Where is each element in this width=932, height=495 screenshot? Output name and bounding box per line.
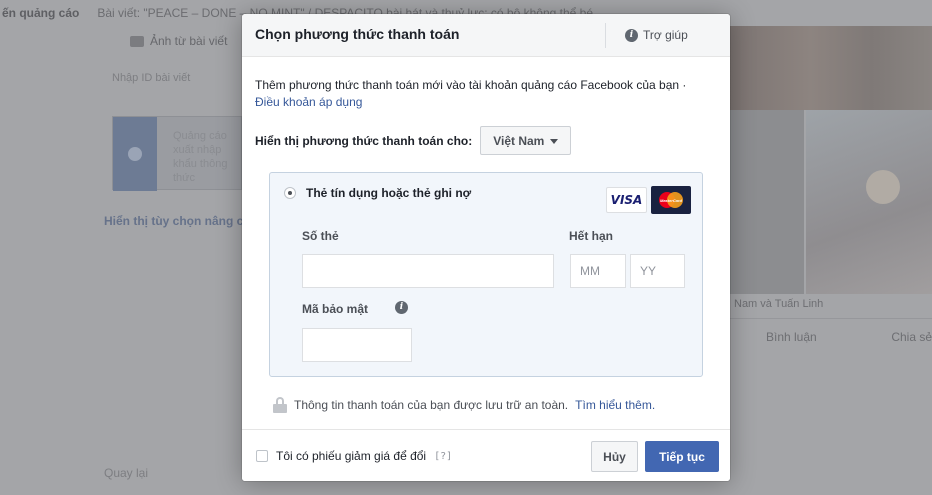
coupon-checkbox[interactable]: [256, 450, 268, 462]
dialog-footer: Tôi có phiếu giảm giá để đổi [?] Hủy Tiế…: [242, 429, 730, 481]
coupon-label: Tôi có phiếu giảm giá để đổi: [276, 449, 427, 463]
header-separator: [605, 23, 606, 48]
intro-text: Thêm phương thức thanh toán mới vào tài …: [255, 78, 687, 92]
background-info-card-icon-area: [113, 117, 157, 191]
background-photo-button-label: Ảnh từ bài viết: [150, 34, 228, 48]
background-comment-action: Bình luận: [766, 330, 817, 344]
card-number-label: Số thẻ: [302, 229, 339, 243]
info-icon[interactable]: i: [395, 301, 408, 314]
background-advanced-link: Hiển thị tùy chọn nâng cao: [104, 214, 258, 228]
info-icon: i: [625, 28, 638, 42]
background-photo-button: Ảnh từ bài viết: [130, 34, 227, 48]
mastercard-wordmark: MasterCard: [659, 197, 682, 203]
background-post-id-label: Nhập ID bài viết: [112, 72, 191, 84]
terms-link[interactable]: Điều khoản áp dụng: [255, 95, 362, 109]
coupon-help-link[interactable]: [?]: [434, 451, 452, 462]
lock-icon: [273, 397, 287, 413]
info-icon: [128, 147, 142, 161]
payment-option-row[interactable]: Thẻ tín dụng hoặc thẻ ghi nợ: [284, 186, 471, 200]
payment-method-dialog: Chọn phương thức thanh toán i Trợ giúp T…: [242, 14, 730, 481]
country-label: Hiển thị phương thức thanh toán cho:: [255, 133, 473, 148]
secure-notice-text: Thông tin thanh toán của bạn được lưu tr…: [294, 398, 569, 412]
chevron-down-icon: [550, 138, 559, 144]
background-left-panel: Ảnh từ bài viết Nhập ID bài viết Quảng c…: [0, 26, 257, 495]
cancel-button[interactable]: Hủy: [591, 441, 638, 472]
card-number-input[interactable]: [302, 254, 554, 288]
coupon-row[interactable]: Tôi có phiếu giảm giá để đổi [?]: [256, 449, 452, 463]
country-select[interactable]: Việt Nam: [480, 126, 572, 155]
secure-notice: Thông tin thanh toán của bạn được lưu tr…: [273, 397, 655, 413]
card-payment-option: Thẻ tín dụng hoặc thẻ ghi nợ VISA Master…: [269, 172, 703, 377]
dialog-title: Chọn phương thức thanh toán: [255, 26, 460, 42]
help-button[interactable]: i Trợ giúp: [625, 28, 688, 42]
background-preview-tile: [730, 110, 804, 294]
background-share-action: Chia sẻ: [891, 330, 932, 344]
background-divider: [730, 318, 932, 319]
background-topbar-left: ến quảng cáo: [2, 6, 80, 20]
dialog-header: Chọn phương thức thanh toán i Trợ giúp: [242, 14, 730, 57]
security-code-label: Mã bảo mật: [302, 302, 369, 316]
dialog-intro: Thêm phương thức thanh toán mới vào tài …: [255, 77, 695, 111]
mastercard-logo: MasterCard: [651, 186, 691, 214]
learn-more-link[interactable]: Tìm hiểu thêm.: [575, 398, 655, 412]
background-preview-tile: [806, 110, 932, 294]
photo-icon: [130, 35, 144, 47]
background-info-card: Quảng cáo xuất nhập khẩu thông thức: [112, 116, 242, 191]
country-select-value: Việt Nam: [493, 133, 545, 148]
expiry-month-input[interactable]: [570, 254, 626, 288]
background-preview-face: [866, 170, 900, 204]
radio-dot: [288, 191, 292, 195]
background-preview-hero-image: [730, 26, 932, 110]
country-row: Hiển thị phương thức thanh toán cho: Việ…: [255, 126, 572, 155]
visa-logo: VISA: [606, 187, 647, 213]
payment-option-label: Thẻ tín dụng hoặc thẻ ghi nợ: [306, 186, 472, 200]
background-preview-caption: Nam và Tuấn Linh: [734, 298, 824, 310]
expiry-year-input[interactable]: [630, 254, 685, 288]
continue-button[interactable]: Tiếp tục: [645, 441, 719, 472]
background-info-card-text: Quảng cáo xuất nhập khẩu thông thức: [173, 130, 228, 184]
payment-option-radio[interactable]: [284, 187, 296, 199]
expiry-label: Hết hạn: [569, 229, 614, 243]
security-code-input[interactable]: [302, 328, 412, 362]
help-label: Trợ giúp: [643, 28, 688, 42]
background-preview-panel: Nam và Tuấn Linh Bình luận Chia sẻ: [730, 26, 932, 495]
background-preview-actions: Bình luận Chia sẻ: [766, 330, 932, 344]
background-back-label: Quay lại: [104, 466, 149, 480]
